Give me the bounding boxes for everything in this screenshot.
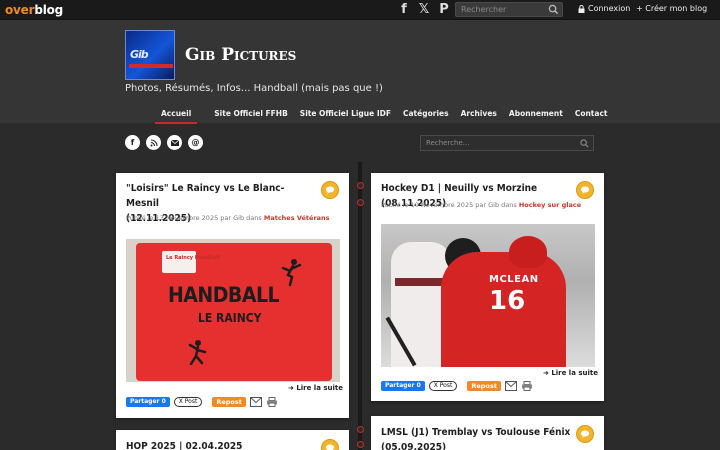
- overblog-bar: overblog f 𝕏 P Rechercher Connexion + Cr…: [0, 0, 720, 20]
- post-card: "Loisirs" Le Raincy vs Le Blanc-Mesnil (…: [116, 173, 349, 418]
- post-card: LMSL (J1) Tremblay vs Toulouse Fénix (05…: [371, 416, 604, 450]
- post-card: Hockey D1 | Neuilly vs Morzine (08.11.20…: [371, 173, 604, 401]
- handball-player-icon: [188, 340, 207, 365]
- read-more-link[interactable]: ➜ Lire la suite: [288, 384, 343, 392]
- facebook-share-button[interactable]: Partager 0: [381, 381, 425, 391]
- share-row: Partager 0 X Post Repost: [126, 397, 278, 407]
- nav-item-contact[interactable]: Contact: [569, 109, 614, 124]
- x-post-button[interactable]: X Post: [173, 397, 203, 407]
- x-icon[interactable]: 𝕏: [418, 2, 430, 18]
- facebook-icon[interactable]: f: [398, 2, 410, 18]
- comment-badge-icon[interactable]: [576, 425, 594, 443]
- site-logo[interactable]: Gib: [125, 30, 175, 80]
- nav-item-abonnement[interactable]: Abonnement: [503, 109, 569, 124]
- timeline-dot: [356, 199, 364, 206]
- timeline-dot: [356, 182, 364, 189]
- login-link[interactable]: Connexion: [578, 4, 630, 13]
- post-title[interactable]: LMSL (J1) Tremblay vs Toulouse Fénix (05…: [381, 425, 576, 450]
- lock-icon: [578, 4, 585, 13]
- post-image[interactable]: Le Raincy Handball HANDBALL LE RAINCY: [126, 239, 340, 382]
- comment-badge-icon[interactable]: [321, 439, 339, 450]
- overblog-search-input[interactable]: Rechercher: [455, 2, 563, 17]
- facebook-icon[interactable]: f: [125, 135, 140, 150]
- share-icons: f @: [125, 135, 203, 150]
- overblog-social: f 𝕏 P: [398, 2, 450, 18]
- print-icon[interactable]: [266, 397, 278, 407]
- at-icon[interactable]: @: [188, 135, 203, 150]
- search-icon[interactable]: [548, 4, 559, 15]
- create-blog-link[interactable]: + Créer mon blog: [636, 4, 707, 13]
- comment-badge-icon[interactable]: [576, 181, 594, 199]
- comment-badge-icon[interactable]: [321, 181, 339, 199]
- blog-search-input[interactable]: Recherche...: [420, 135, 594, 151]
- main-nav: Accueil Site Officiel FFHB Site Officiel…: [155, 109, 614, 124]
- repost-button[interactable]: Repost: [212, 397, 246, 407]
- x-post-button[interactable]: X Post: [428, 381, 458, 391]
- overblog-logo[interactable]: overblog: [5, 3, 63, 17]
- nav-item-categories[interactable]: Catégories: [397, 109, 455, 124]
- nav-item-archives[interactable]: Archives: [455, 109, 503, 124]
- mail-icon[interactable]: [167, 135, 182, 150]
- timeline-dot: [356, 441, 364, 448]
- nav-item-accueil[interactable]: Accueil: [155, 109, 198, 124]
- print-icon[interactable]: [521, 381, 533, 391]
- post-title[interactable]: HOP 2025 | 02.04.2025: [126, 439, 316, 450]
- post-image[interactable]: MCLEAN 16: [381, 224, 595, 367]
- post-category-link[interactable]: Matches Vétérans: [264, 214, 330, 222]
- share-row: Partager 0 X Post Repost: [381, 381, 533, 391]
- email-share-icon[interactable]: [249, 397, 262, 407]
- repost-button[interactable]: Repost: [467, 381, 501, 391]
- logo-strip: [129, 64, 173, 68]
- email-share-icon[interactable]: [504, 381, 517, 391]
- nav-item-ffhb[interactable]: Site Officiel FFHB: [208, 109, 294, 124]
- read-more-link[interactable]: ➜ Lire la suite: [543, 369, 598, 377]
- facebook-share-button[interactable]: Partager 0: [126, 397, 170, 407]
- post-meta: Publié le 13 Novembre 2025 par Gib dans …: [126, 214, 330, 222]
- site-title[interactable]: Gib Pictures: [185, 45, 296, 65]
- post-meta: Publié le 10 Novembre 2025 par Gib dans …: [381, 201, 582, 209]
- pinterest-icon[interactable]: P: [438, 2, 450, 18]
- nav-item-ligue-idf[interactable]: Site Officiel Ligue IDF: [294, 109, 397, 124]
- post-category-link[interactable]: Hockey sur glace: [519, 201, 581, 209]
- rss-icon[interactable]: [146, 135, 161, 150]
- timeline-dot: [356, 426, 364, 433]
- post-card: HOP 2025 | 02.04.2025: [116, 430, 349, 450]
- site-header: Gib Gib Pictures Photos, Résumés, Infos.…: [0, 20, 720, 124]
- handball-player-icon: [281, 259, 302, 287]
- site-description: Photos, Résumés, Infos... Handball (mais…: [125, 83, 383, 94]
- search-icon[interactable]: [580, 139, 589, 148]
- player-helmet: [509, 236, 547, 268]
